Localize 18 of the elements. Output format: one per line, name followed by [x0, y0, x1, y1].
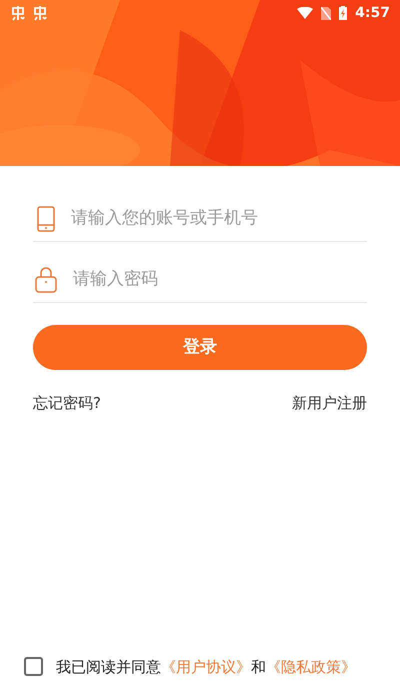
account-field[interactable]: 请输入您的账号或手机号	[71, 206, 367, 232]
lock-icon	[35, 266, 57, 292]
status-time: 4:57	[355, 4, 390, 22]
agreement-checkbox[interactable]	[24, 657, 43, 676]
forgot-password-link[interactable]: 忘记密码?	[33, 392, 101, 414]
notification-icon	[10, 5, 26, 21]
notification-icon	[32, 5, 48, 21]
register-link[interactable]: 新用户注册	[292, 392, 367, 414]
joiner-text: 和	[251, 656, 266, 678]
no-sim-icon	[321, 6, 332, 20]
phone-icon	[37, 206, 55, 232]
battery-charging-icon	[339, 6, 348, 20]
privacy-policy-link[interactable]: 《隐私政策》	[266, 656, 356, 678]
login-button[interactable]: 登录	[33, 325, 367, 370]
wifi-icon	[297, 7, 314, 19]
user-agreement-link[interactable]: 《用户协议》	[161, 656, 251, 678]
agreement-text: 我已阅读并同意	[56, 656, 161, 678]
password-field[interactable]: 请输入密码	[73, 266, 367, 292]
